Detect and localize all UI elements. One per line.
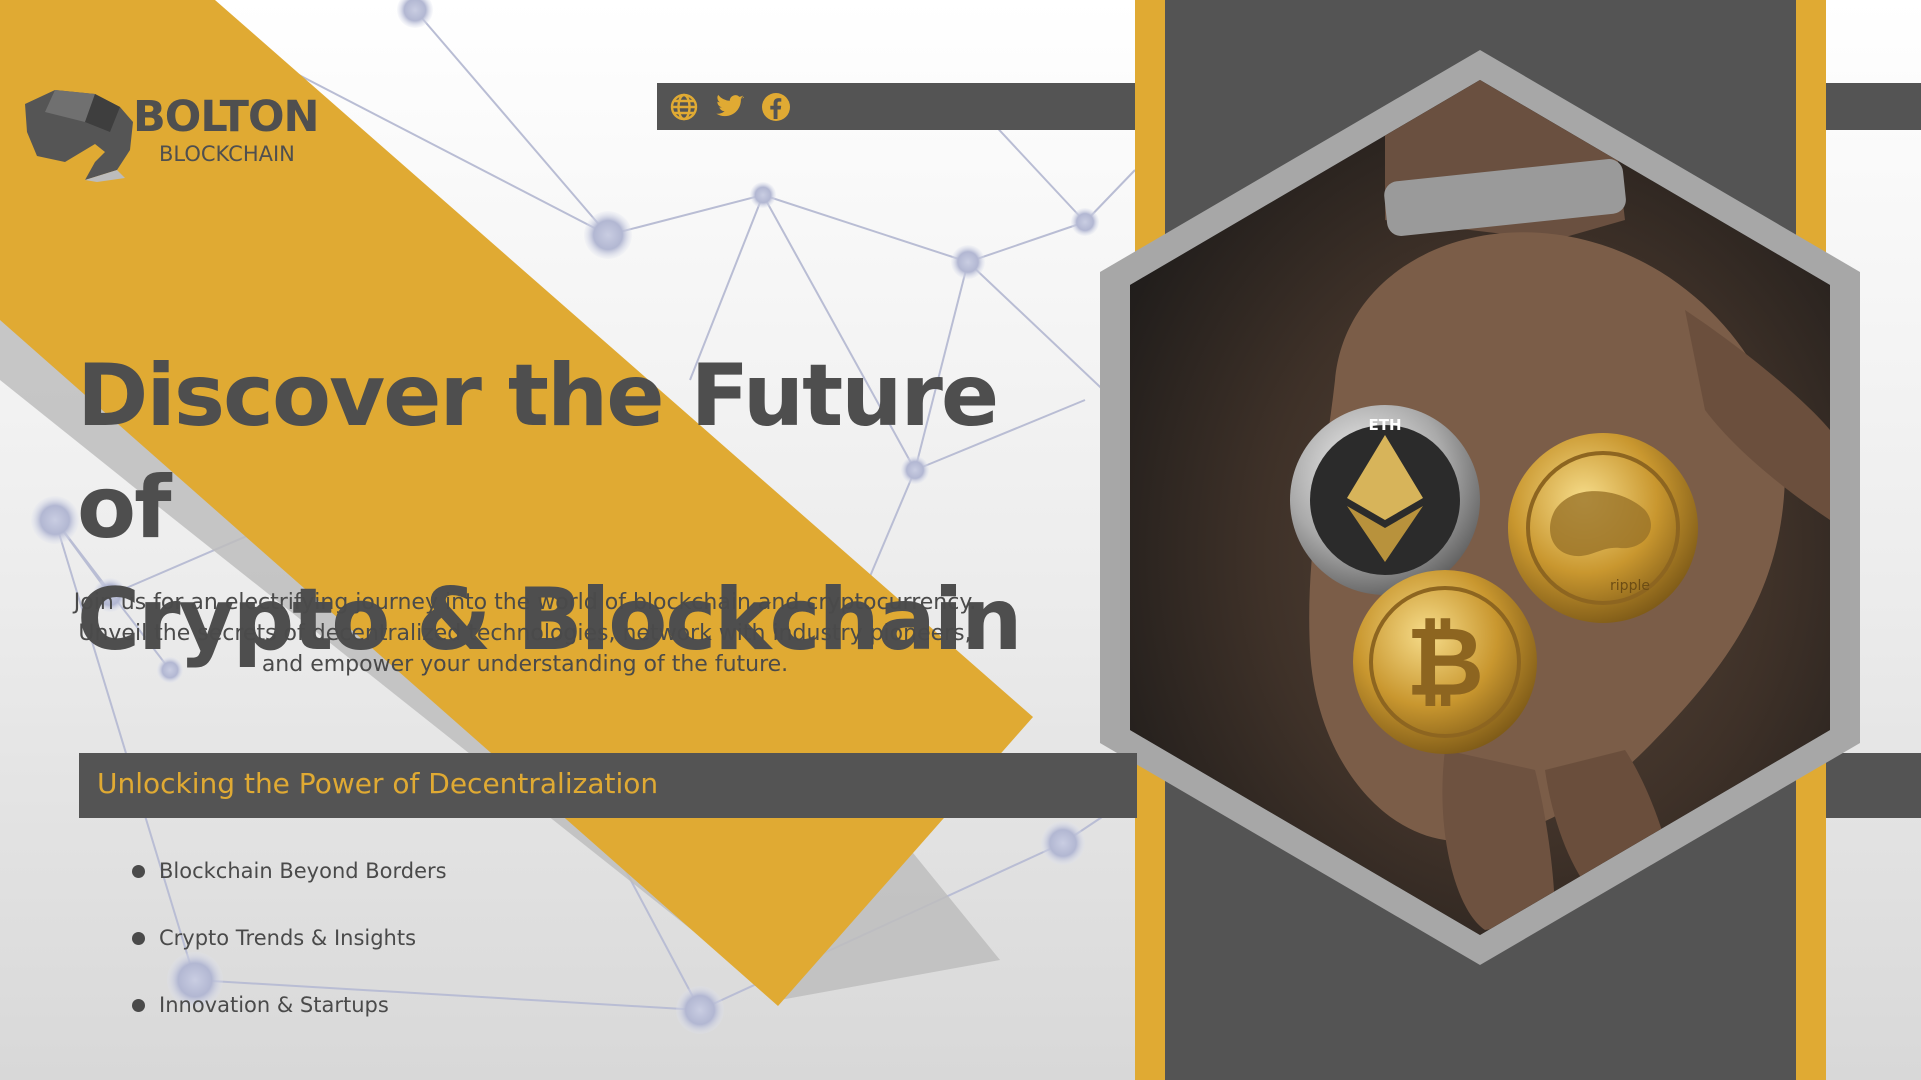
headline-line-1: Discover the Future of: [77, 346, 999, 558]
bullet-dot-icon: [132, 865, 145, 878]
subtitle-bar: Unlocking the Power of Decentralization: [79, 753, 1137, 818]
crypto-coins-photo: ETH ripple ₿: [1100, 50, 1860, 965]
intro-text: Join us for an electrifying journey into…: [50, 587, 1000, 680]
bullet-dot-icon: [132, 932, 145, 945]
bolton-logo: BOLTON BLOCKCHAIN: [25, 52, 345, 187]
social-bar: [657, 83, 1135, 130]
intro-line-2: Unveil the secrets of decentralized tech…: [78, 621, 972, 646]
list-item: Crypto Trends & Insights: [130, 923, 447, 990]
globe-icon[interactable]: [669, 92, 699, 122]
bitcoin-symbol: ₿: [1406, 606, 1484, 718]
twitter-icon[interactable]: [715, 92, 745, 122]
brand-tagline: BLOCKCHAIN: [159, 142, 295, 166]
list-item: Blockchain Beyond Borders: [130, 856, 447, 923]
section-title: Unlocking the Power of Decentralization: [97, 767, 659, 800]
elephant-rook-icon: [25, 54, 133, 182]
list-item-label: Blockchain Beyond Borders: [159, 859, 447, 883]
list-item-label: Innovation & Startups: [159, 993, 389, 1017]
intro-line-3: and empower your understanding of the fu…: [261, 652, 789, 677]
facebook-icon[interactable]: [761, 92, 791, 122]
brand-name: BOLTON: [133, 92, 319, 142]
bullet-dot-icon: [132, 999, 145, 1012]
feature-list: Blockchain Beyond Borders Crypto Trends …: [130, 856, 447, 1057]
list-item: Innovation & Startups: [130, 990, 447, 1057]
eth-label: ETH: [1368, 416, 1401, 434]
intro-line-1: Join us for an electrifying journey into…: [73, 590, 977, 615]
ripple-label: ripple: [1610, 578, 1650, 594]
list-item-label: Crypto Trends & Insights: [159, 926, 417, 950]
